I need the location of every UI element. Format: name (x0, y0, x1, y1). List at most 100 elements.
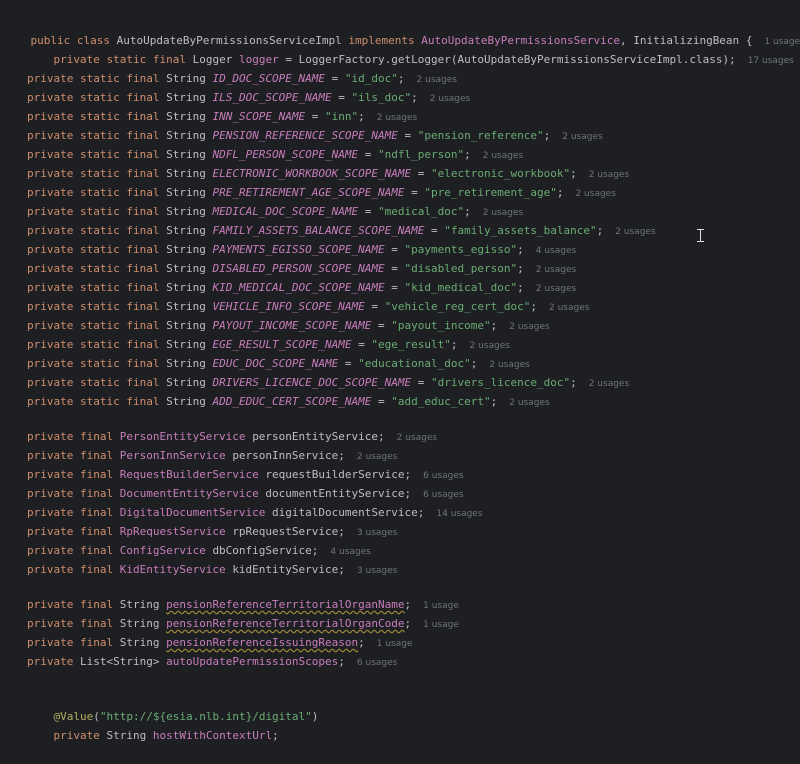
usages-hint[interactable]: 2 usages (575, 189, 615, 199)
usages-hint[interactable]: 1 usage (377, 639, 413, 649)
usages-hint[interactable]: 6 usages (423, 471, 463, 481)
usages-hint[interactable]: 14 usages (436, 509, 482, 519)
service-field-line[interactable]: private final DigitalDocumentService dig… (4, 503, 483, 522)
field-type: PersonEntityService (119, 430, 246, 443)
string-field-line[interactable]: private List<String> autoUpdatePermissio… (4, 652, 397, 671)
semicolon: ; (272, 729, 279, 742)
text-cursor-icon (697, 228, 705, 244)
usages-hint[interactable]: 4 usages (330, 547, 370, 557)
string-literal: "disabled_person" (404, 262, 518, 275)
string-literal: "payments_egisso" (404, 243, 518, 256)
constant-line[interactable]: private static final String PAYMENTS_EGI… (4, 240, 576, 259)
usages-hint[interactable]: 2 usages (397, 433, 437, 443)
string-literal: "ils_doc" (351, 91, 412, 104)
usages-hint[interactable]: 1 usage (423, 601, 459, 611)
logger-line[interactable]: private static final Logger logger = Log… (4, 31, 794, 66)
usages-hint[interactable]: 2 usages (489, 360, 529, 370)
field-type: List<String> (79, 655, 160, 668)
modifiers: private final (27, 617, 114, 630)
usages-hint[interactable]: 1 usage (423, 620, 459, 630)
usages-hint[interactable]: 6 usages (423, 490, 463, 500)
usages-hint[interactable]: 2 usages (483, 151, 523, 161)
field-type: String (166, 357, 206, 370)
usages-hint[interactable]: 2 usages (509, 398, 549, 408)
field-type: String (166, 167, 206, 180)
usages-hint[interactable]: 2 usages (430, 94, 470, 104)
constant-name: ID_DOC_SCOPE_NAME (212, 72, 326, 85)
service-field-line[interactable]: private final DocumentEntityService docu… (4, 484, 464, 503)
field-name: kidEntityService (232, 563, 339, 576)
string-literal: "pension_reference" (417, 129, 544, 142)
constant-line[interactable]: private static final String PENSION_REFE… (4, 126, 603, 145)
modifiers: private final (27, 468, 114, 481)
usages-hint[interactable]: 3 usages (357, 566, 397, 576)
usages-hint[interactable]: 2 usages (470, 341, 510, 351)
service-field-line[interactable]: private final PersonEntityService person… (4, 427, 437, 446)
usages-hint[interactable]: 2 usages (589, 170, 629, 180)
usages-hint[interactable]: 4 usages (536, 246, 576, 256)
value-annotation-line[interactable]: @Value("http://${esia.nlb.int}/digital") (4, 688, 319, 723)
usages-hint[interactable]: 2 usages (589, 379, 629, 389)
usages-hint[interactable]: 2 usages (615, 227, 655, 237)
constant-name: EGE_RESULT_SCOPE_NAME (212, 338, 352, 351)
constant-line[interactable]: private static final String DRIVERS_LICE… (4, 373, 629, 392)
usages-hint[interactable]: 3 usages (357, 528, 397, 538)
field-name: hostWithContextUrl (152, 729, 273, 742)
modifiers: private static final (27, 338, 160, 351)
string-field-line[interactable]: private final String pensionReferenceIss… (4, 633, 413, 652)
usages-hint[interactable]: 17 usages (748, 56, 794, 66)
usages-hint[interactable]: 2 usages (562, 132, 602, 142)
constant-name: PAYOUT_INCOME_SCOPE_NAME (212, 319, 372, 332)
field-type: KidEntityService (119, 563, 226, 576)
constant-line[interactable]: private static final String PAYOUT_INCOM… (4, 316, 550, 335)
code-editor[interactable]: public class AutoUpdateByPermissionsServ… (0, 0, 800, 742)
service-field-line[interactable]: private final ConfigService dbConfigServ… (4, 541, 371, 560)
service-field-line[interactable]: private final RequestBuilderService requ… (4, 465, 464, 484)
usages-hint[interactable]: 2 usages (536, 284, 576, 294)
usages-hint[interactable]: 2 usages (536, 265, 576, 275)
constant-line[interactable]: private static final String ILS_DOC_SCOP… (4, 88, 470, 107)
field-type: DigitalDocumentService (119, 506, 266, 519)
usages-hint[interactable]: 2 usages (483, 208, 523, 218)
usages-hint[interactable]: 6 usages (357, 658, 397, 668)
service-field-line[interactable]: private final RpRequestService rpRequest… (4, 522, 397, 541)
service-field-line[interactable]: private final KidEntityService kidEntity… (4, 560, 397, 579)
constant-line[interactable]: private static final String FAMILY_ASSET… (4, 221, 656, 240)
usages-hint[interactable]: 2 usages (417, 75, 457, 85)
constant-line[interactable]: private static final String MEDICAL_DOC_… (4, 202, 523, 221)
constant-line[interactable]: private static final String DISABLED_PER… (4, 259, 576, 278)
field-type: String (166, 129, 206, 142)
field-type: String (166, 395, 206, 408)
usages-hint[interactable]: 2 usages (509, 322, 549, 332)
constant-line[interactable]: private static final String VEHICLE_INFO… (4, 297, 589, 316)
constant-line[interactable]: private static final String ADD_EDUC_CER… (4, 392, 550, 411)
modifiers: private (53, 729, 100, 742)
field-type: String (166, 205, 206, 218)
field-name: dbConfigService (212, 544, 312, 557)
service-field-line[interactable]: private final PersonInnService personInn… (4, 446, 397, 465)
constant-line[interactable]: private static final String NDFL_PERSON_… (4, 145, 523, 164)
constant-line[interactable]: private static final String ELECTRONIC_W… (4, 164, 629, 183)
constant-line[interactable]: private static final String PRE_RETIREME… (4, 183, 616, 202)
modifiers: private static final (27, 72, 160, 85)
constant-line[interactable]: private static final String EGE_RESULT_S… (4, 335, 510, 354)
string-literal: "payout_income" (391, 319, 491, 332)
string-field-line[interactable]: private final String pensionReferenceTer… (4, 595, 459, 614)
host-field-line[interactable]: private String hostWithContextUrl; (4, 707, 279, 742)
class-declaration-line[interactable]: public class AutoUpdateByPermissionsServ… (4, 12, 800, 47)
usages-hint[interactable]: 2 usages (549, 303, 589, 313)
constant-line[interactable]: private static final String INN_SCOPE_NA… (4, 107, 417, 126)
field-type: String (166, 72, 206, 85)
constant-line[interactable]: private static final String ID_DOC_SCOPE… (4, 69, 457, 88)
field-type: PersonInnService (119, 449, 226, 462)
string-literal: "kid_medical_doc" (404, 281, 518, 294)
string-literal: "vehicle_reg_cert_doc" (384, 300, 531, 313)
string-literal: "medical_doc" (378, 205, 465, 218)
usages-hint[interactable]: 2 usages (357, 452, 397, 462)
constant-line[interactable]: private static final String EDUC_DOC_SCO… (4, 354, 530, 373)
usages-hint[interactable]: 2 usages (377, 113, 417, 123)
modifiers: private static final (27, 262, 160, 275)
string-field-line[interactable]: private final String pensionReferenceTer… (4, 614, 459, 633)
field-name: documentEntityService (265, 487, 405, 500)
constant-line[interactable]: private static final String KID_MEDICAL_… (4, 278, 576, 297)
